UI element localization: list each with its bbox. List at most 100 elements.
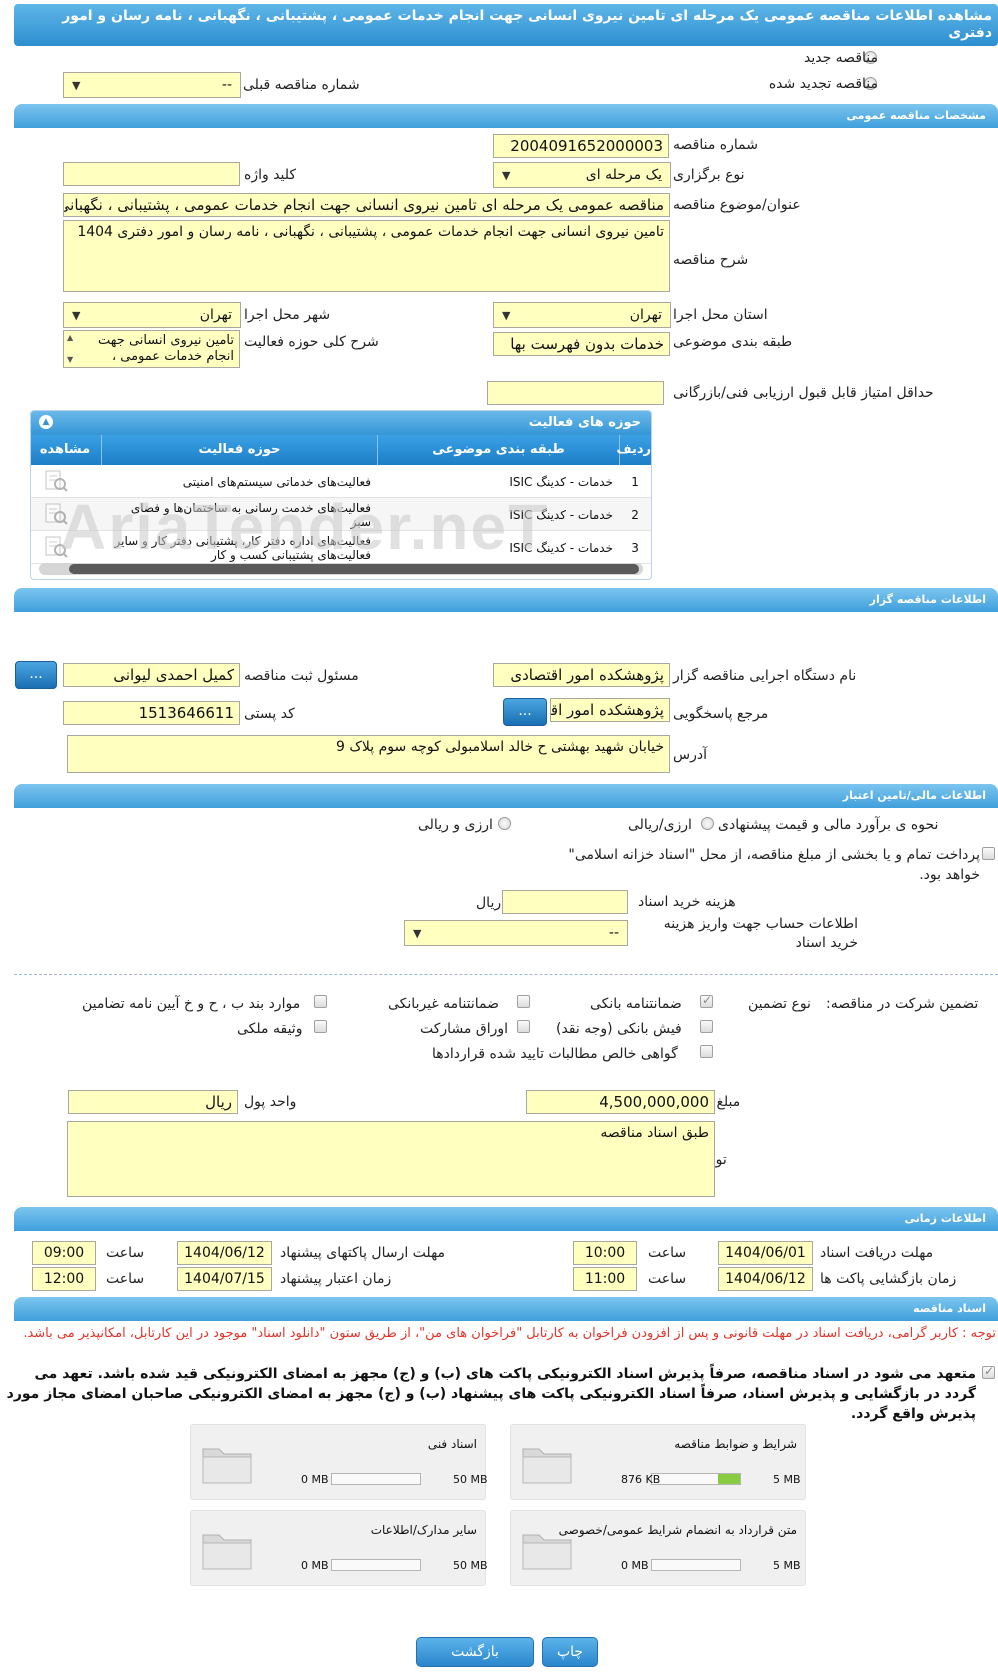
- validity-date-field: 1404/07/15: [177, 1267, 272, 1291]
- folder-icon: [202, 1448, 252, 1484]
- bonds-label: اوراق مشارکت: [420, 1021, 509, 1037]
- treasury-checkbox[interactable]: [982, 847, 995, 860]
- amount-field: 4,500,000,000: [526, 1090, 715, 1114]
- account-select[interactable]: -- ▼: [404, 920, 628, 946]
- city-select[interactable]: تهران ▼: [63, 302, 241, 328]
- guarantee-label: تضمین شرکت در مناقصه:: [826, 996, 979, 1012]
- registrar-lookup-button[interactable]: ...: [15, 661, 57, 689]
- receive-label: مهلت دریافت اسناد: [820, 1245, 934, 1261]
- send-date-field: 1404/06/12: [177, 1241, 272, 1265]
- doc-card-progress-fill: [718, 1474, 740, 1484]
- receive-time-label: ساعت: [648, 1245, 687, 1261]
- reference-field: پژوهشکده امور اقتصادی: [550, 698, 670, 722]
- address-label: آدرس: [673, 747, 707, 763]
- min-score-field: [487, 381, 664, 405]
- doc-card-progress: [651, 1559, 741, 1571]
- rial-radio[interactable]: [701, 817, 714, 830]
- both-radio-label: ارزی و ریالی: [418, 817, 493, 833]
- open-time-field: 11:00: [573, 1267, 637, 1291]
- doc-card-other[interactable]: سایر مدارک/اطلاعات 50 MB 0 MB: [190, 1510, 488, 1586]
- doc-card-technical[interactable]: اسناد فنی 50 MB 0 MB: [190, 1424, 488, 1500]
- back-button[interactable]: بازگشت: [416, 1637, 534, 1667]
- cash-checkbox[interactable]: [700, 1020, 713, 1033]
- type-select[interactable]: یک مرحله ای ▼: [493, 162, 671, 188]
- prev-number-select[interactable]: -- ▼: [63, 72, 241, 98]
- folder-icon: [202, 1534, 252, 1570]
- doc-card-max: 50 MB: [453, 1559, 488, 1572]
- download-note: توجه : کاربر گرامی، دریافت اسناد در مهلت…: [23, 1326, 996, 1341]
- prev-number-label: شماره مناقصه قبلی: [243, 77, 360, 93]
- print-button[interactable]: چاپ: [542, 1637, 598, 1667]
- currency-label: واحد پول: [244, 1094, 297, 1110]
- registrar-field: کمیل احمدی لیوانی: [63, 663, 240, 687]
- notes-field: طبق اسناد مناقصه: [67, 1121, 715, 1197]
- estimate-label: نحوه ی برآورد مالی و قیمت پیشنهادی: [718, 817, 939, 833]
- grid-title-text: حوزه های فعالیت: [528, 415, 641, 430]
- grid-title: حوزه های فعالیت ▲: [31, 411, 651, 435]
- nonbank-guarantee-checkbox[interactable]: [517, 995, 530, 1008]
- doc-fee-field: [502, 890, 628, 914]
- section-organizer: اطلاعات مناقصه گزار: [14, 588, 998, 612]
- doc-card-used: 0 MB: [621, 1559, 649, 1572]
- validity-label: زمان اعتبار پیشنهاد: [280, 1271, 392, 1287]
- chevron-down-icon: ▼: [72, 79, 81, 92]
- description-field: تامین نیروی انسانی جهت انجام خدمات عمومی…: [63, 220, 670, 292]
- type-label: نوع برگزاری: [673, 167, 745, 183]
- doc-card-max: 5 MB: [773, 1559, 801, 1572]
- description-label: شرح مناقصه: [673, 252, 749, 268]
- doc-card-max: 5 MB: [773, 1473, 801, 1486]
- scroll-down-icon[interactable]: ▼: [67, 355, 73, 364]
- doc-card-progress: [651, 1473, 741, 1485]
- col-activity-header[interactable]: حوزه فعالیت: [101, 435, 377, 465]
- divider: [14, 974, 998, 975]
- claims-checkbox[interactable]: [700, 1045, 713, 1058]
- doc-card-conditions[interactable]: شرایط و ضوابط مناقصه 5 MB 876 KB: [510, 1424, 806, 1500]
- bank-guarantee-checkbox[interactable]: [700, 993, 713, 1008]
- bonds-checkbox[interactable]: [517, 1020, 530, 1033]
- activity-desc-label: شرح کلی حوزه فعالیت: [244, 334, 379, 350]
- watermark-logo: AriaTender.neT: [60, 491, 550, 563]
- subject-field: مناقصه عمومی یک مرحله ای تامین نیروی انس…: [63, 193, 670, 217]
- claims-label: گواهی خالص مطالبات تایید شده قراردادها: [432, 1046, 678, 1062]
- nonbank-guarantee-label: ضمانتنامه غیربانکی: [388, 996, 500, 1012]
- col-row-header[interactable]: ردیف: [616, 435, 651, 465]
- keyword-field[interactable]: [63, 162, 240, 186]
- account-label: اطلاعات حساب جهت واریز هزینه خرید اسناد: [663, 916, 858, 951]
- row-index: 2: [631, 507, 639, 522]
- row-index: 1: [631, 474, 639, 489]
- scrollbar-thumb[interactable]: [69, 564, 639, 574]
- agency-label: نام دستگاه اجرایی مناقصه گزار: [673, 668, 857, 684]
- prev-number-value: --: [221, 77, 232, 93]
- validity-time-field: 12:00: [32, 1267, 96, 1291]
- treasury-text: پرداخت تمام و یا بخشی از مبلغ مناقصه، از…: [568, 847, 980, 883]
- col-view-header[interactable]: مشاهده: [31, 435, 101, 465]
- folder-icon: [522, 1448, 572, 1484]
- province-select[interactable]: تهران ▼: [493, 302, 671, 328]
- section-timing: اطلاعات زمانی: [14, 1207, 998, 1231]
- section-general: مشخصات مناقصه عمومی: [14, 104, 998, 128]
- city-value: تهران: [199, 307, 232, 323]
- items-checkbox[interactable]: [314, 995, 327, 1008]
- section-financial: اطلاعات مالی/تامین اعتبار: [14, 784, 998, 808]
- keyword-label: کلید واژه: [244, 167, 297, 183]
- horizontal-scrollbar[interactable]: [39, 563, 643, 575]
- property-checkbox[interactable]: [314, 1020, 327, 1033]
- doc-card-contract[interactable]: متن قرارداد به انضمام شرایط عمومی/خصوصی …: [510, 1510, 806, 1586]
- province-label: استان محل اجرا: [673, 307, 768, 323]
- property-label: وثیقه ملکی: [237, 1021, 303, 1037]
- chevron-down-icon: ▼: [502, 309, 511, 322]
- postal-label: کد پستی: [244, 706, 295, 722]
- doc-fee-unit: ریال: [476, 895, 502, 911]
- validity-time-label: ساعت: [106, 1271, 145, 1287]
- scroll-up-icon[interactable]: ▲: [67, 333, 73, 342]
- doc-card-used: 876 KB: [621, 1473, 661, 1486]
- reference-lookup-button[interactable]: ...: [503, 698, 547, 726]
- tender-number-field: 2004091652000003: [493, 134, 669, 158]
- collapse-icon[interactable]: ▲: [39, 415, 53, 429]
- section-documents: اسناد مناقصه: [14, 1297, 998, 1321]
- items-label: موارد بند ب ، ح و خ آیین نامه تضامین: [82, 996, 301, 1012]
- col-category-header[interactable]: طبقه بندی موضوعی: [377, 435, 619, 465]
- category-field: خدمات بدون فهرست بها: [493, 332, 670, 356]
- both-radio[interactable]: [498, 817, 511, 830]
- registrar-label: مسئول ثبت مناقصه: [244, 668, 359, 684]
